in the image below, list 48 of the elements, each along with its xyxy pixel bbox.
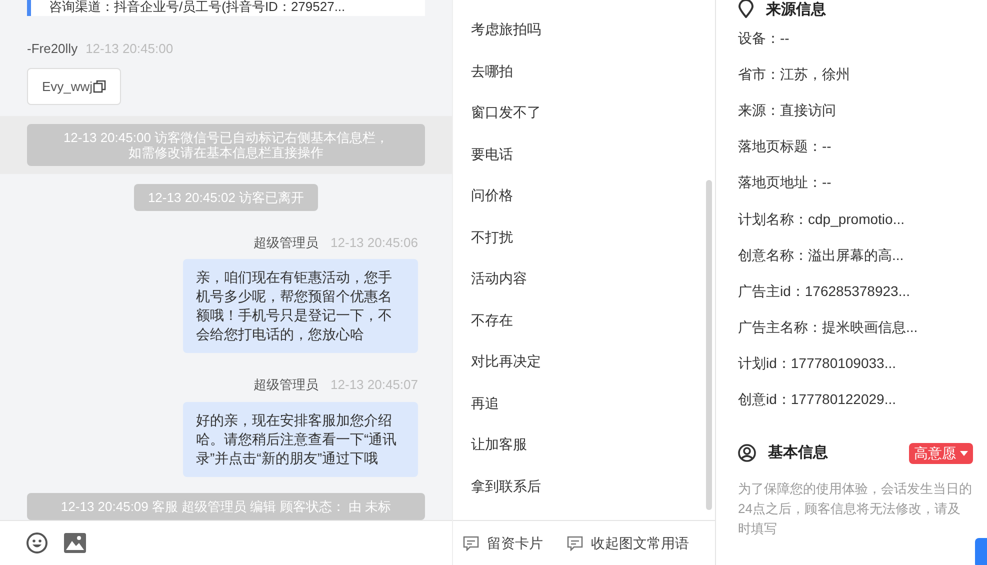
message-time: 12-13 20:45:07 (330, 376, 418, 394)
quick-reply-item[interactable]: 要电话 (471, 134, 513, 175)
copy-icon[interactable] (92, 80, 106, 93)
info-field: 设备：-- (738, 20, 973, 56)
message-icon (567, 536, 583, 550)
quick-reply-item[interactable]: 考虑旅拍吗 (471, 9, 541, 50)
quick-reply-item[interactable]: 对比再决定 (471, 341, 541, 382)
location-pin-icon (738, 0, 754, 18)
scrollbar[interactable] (706, 180, 712, 510)
quick-reply-item[interactable]: 拿到联系后 (471, 466, 541, 507)
sender-name: 超级管理员 (254, 234, 319, 252)
toolbar-button[interactable]: 留资卡片 (463, 532, 543, 554)
info-field: 创意id：177780122029... (738, 382, 973, 418)
channel-text: 咨询渠道：抖音企业号/员工号(抖音号ID：279527... (49, 0, 346, 14)
quick-reply-item[interactable]: 去哪拍 (471, 50, 513, 92)
user-circle-icon (738, 444, 756, 462)
image-icon[interactable] (64, 533, 86, 553)
info-field: 落地页地址：-- (738, 164, 973, 201)
info-field: 广告主名称：提米映画信息... (738, 310, 973, 346)
info-field: 计划名称：cdp_promotio... (738, 200, 973, 238)
message-bubble: 亲，咱们现在有钜惠活动，您手机号多少呢，帮您预留个优惠名额哦！手机号只是登记一下，不会给您打电话的，您放心哈 (183, 259, 418, 354)
smiley-icon[interactable] (26, 532, 48, 554)
message-time: 12-13 20:45:00 (86, 40, 174, 58)
quick-reply-item[interactable]: 再追 (471, 382, 499, 424)
sender-name: -Fre20lly (27, 40, 78, 58)
info-field: 创意名称：溢出屏幕的高... (738, 237, 973, 274)
section-title: 来源信息 (766, 2, 826, 16)
message-icon (463, 536, 479, 550)
quick-reply-item[interactable]: 让加客服 (471, 424, 527, 466)
section-title: 基本信息 (768, 443, 828, 464)
sender-name: 超级管理员 (254, 376, 319, 394)
message-bubble: 好的亲，现在安排客服加您介绍哈。请您稍后注意查看一下“通讯录”并点击“新的朋友”通过下哦 (183, 402, 418, 477)
quick-reply-item[interactable]: 问价格 (471, 175, 513, 216)
quick-reply-item[interactable]: 活动内容 (471, 258, 527, 300)
info-field: 计划id：177780109033... (738, 346, 973, 382)
quick-reply-item[interactable]: 不打扰 (471, 216, 513, 258)
info-field: 来源：直接访问 (738, 92, 973, 129)
toolbar-button[interactable]: 收起图文常用语 (567, 532, 689, 554)
notice-text: 为了保障您的使用体验，会话发生当日的24点之后，顾客信息将无法修改，请及时填写 (738, 480, 973, 538)
quick-reply-item[interactable]: 窗口发不了 (471, 92, 541, 134)
quick-reply-item[interactable]: 不存在 (471, 300, 513, 341)
info-field: 广告主id：176285378923... (738, 273, 973, 310)
info-field: 落地页标题：-- (738, 128, 973, 165)
intent-dropdown[interactable]: 高意愿 (909, 442, 973, 464)
message-time: 12-13 20:45:06 (330, 234, 418, 252)
caret-icon (960, 450, 968, 456)
contact-chip[interactable]: Evy_wwj (27, 68, 121, 105)
info-field: 省市：江苏，徐州 (738, 56, 973, 92)
